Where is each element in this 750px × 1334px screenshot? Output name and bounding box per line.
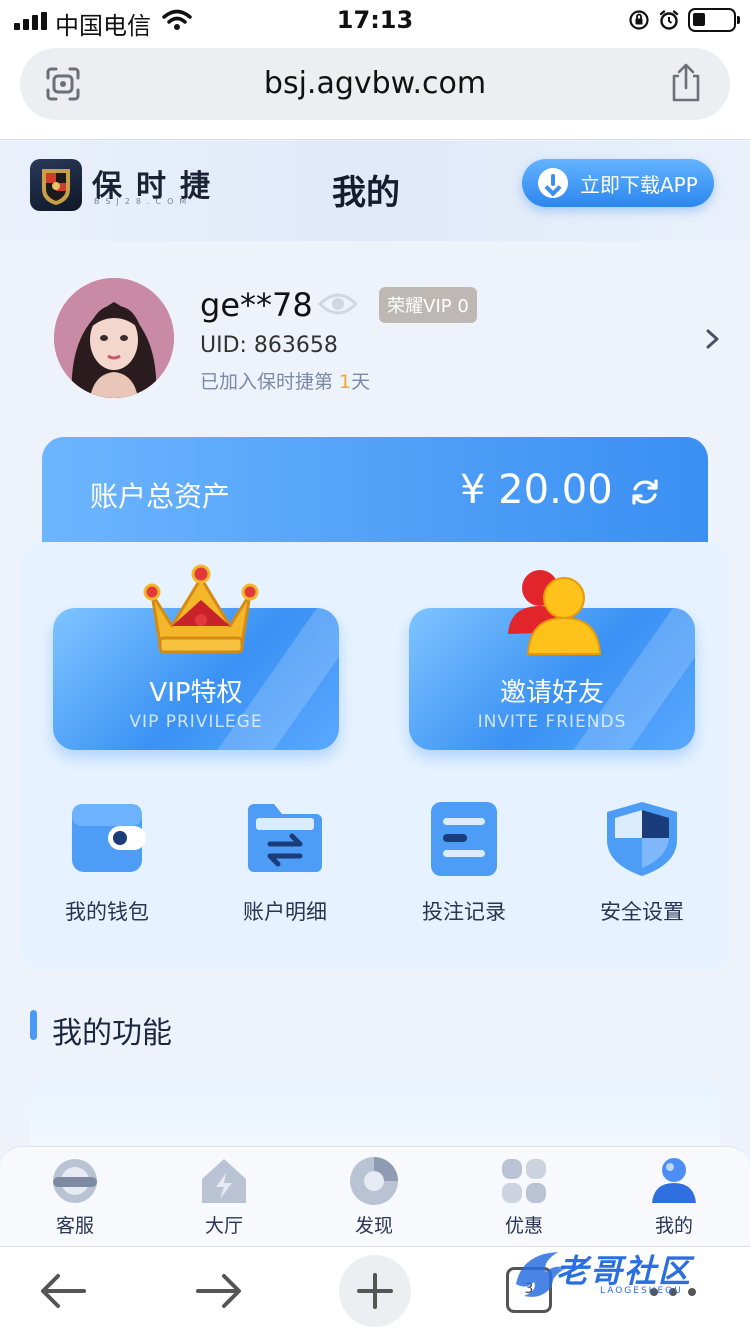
eye-icon[interactable] bbox=[318, 290, 358, 318]
battery-icon bbox=[688, 8, 740, 32]
folder-transfer-icon bbox=[248, 804, 322, 872]
asset-amount: ¥ 20.00 bbox=[460, 467, 613, 513]
watermark: 老哥社区 LAOGESHEQU bbox=[512, 1244, 742, 1306]
back-arrow-icon[interactable] bbox=[38, 1271, 88, 1311]
headset-icon bbox=[53, 1159, 97, 1203]
asset-label: 账户总资产 bbox=[90, 480, 231, 513]
user-icon bbox=[652, 1158, 696, 1203]
forward-arrow-icon[interactable] bbox=[194, 1271, 244, 1311]
security-settings-button[interactable]: 安全设置 bbox=[577, 800, 707, 926]
tab-lobby[interactable]: 大厅 bbox=[169, 1155, 279, 1238]
vip-privilege-title: VIP特权 bbox=[149, 678, 243, 708]
bet-records-button[interactable]: 投注记录 bbox=[399, 800, 529, 926]
my-wallet-button[interactable]: 我的钱包 bbox=[42, 800, 172, 926]
shield-icon bbox=[607, 802, 677, 876]
download-app-button[interactable]: 立即下载APP bbox=[522, 159, 714, 207]
vip-level-badge[interactable]: 荣耀VIP 0 bbox=[379, 287, 477, 323]
refresh-icon[interactable] bbox=[630, 477, 660, 507]
new-tab-button[interactable] bbox=[339, 1255, 411, 1327]
username: ge**78 bbox=[200, 286, 313, 324]
account-details-button[interactable]: 账户明细 bbox=[220, 800, 350, 926]
tab-discover[interactable]: 发现 bbox=[319, 1155, 429, 1238]
tab-mine-label: 我的 bbox=[654, 1215, 693, 1237]
tab-mine[interactable]: 我的 bbox=[619, 1155, 729, 1238]
tab-customer-service[interactable]: 客服 bbox=[20, 1155, 130, 1238]
gift-icon bbox=[502, 1159, 546, 1203]
site-header: 保时捷 BSJ28.COM 我的 立即下载APP bbox=[0, 141, 750, 241]
download-app-label: 立即下载APP bbox=[580, 172, 698, 197]
status-bar: 中国电信 17:13 bbox=[0, 0, 750, 44]
bet-records-label: 投注记录 bbox=[422, 900, 506, 924]
wallet-icon bbox=[72, 804, 146, 872]
plus-icon bbox=[357, 1273, 393, 1309]
browser-url-area: bsj.agvbw.com bbox=[0, 44, 750, 140]
avatar[interactable] bbox=[54, 278, 174, 398]
main-panel: VIP特权 VIP PRIVILEGE 邀请好友 INVITE FRIENDS … bbox=[20, 542, 730, 970]
share-icon[interactable] bbox=[668, 62, 704, 104]
section-title: 我的功能 bbox=[30, 1008, 172, 1051]
tab-promotions[interactable]: 优惠 bbox=[469, 1155, 579, 1238]
my-wallet-label: 我的钱包 bbox=[65, 900, 149, 924]
vip-privilege-subtitle: VIP PRIVILEGE bbox=[129, 712, 263, 732]
tab-customer-service-label: 客服 bbox=[55, 1215, 94, 1237]
joined-prefix: 已加入保时捷第 bbox=[200, 371, 340, 393]
joined-days-count: 1 bbox=[339, 371, 352, 393]
user-uid: UID: 863658 bbox=[200, 333, 338, 358]
alarm-icon bbox=[659, 10, 679, 30]
account-details-label: 账户明细 bbox=[243, 900, 327, 924]
orientation-lock-icon bbox=[629, 10, 649, 30]
bottom-tabbar: 客服 大厅 发现 优惠 我的 bbox=[0, 1146, 750, 1246]
people-icon bbox=[508, 570, 602, 655]
asset-card: 账户总资产 ¥ 20.00 bbox=[42, 437, 708, 557]
crown-icon bbox=[143, 564, 259, 654]
joined-suffix: 天 bbox=[351, 371, 371, 393]
invite-friends-subtitle: INVITE FRIENDS bbox=[477, 712, 627, 732]
watermark-subtext: LAOGESHEQU bbox=[600, 1286, 683, 1296]
address-bar[interactable]: bsj.agvbw.com bbox=[20, 48, 730, 120]
joined-days: 已加入保时捷第 1天 bbox=[200, 367, 370, 394]
invite-friends-title: 邀请好友 bbox=[499, 678, 604, 708]
discover-icon bbox=[350, 1157, 398, 1205]
tab-promotions-label: 优惠 bbox=[504, 1215, 543, 1237]
tab-discover-label: 发现 bbox=[354, 1215, 393, 1237]
url-text: bsj.agvbw.com bbox=[263, 66, 487, 101]
chevron-right-icon[interactable] bbox=[704, 328, 722, 350]
tab-lobby-label: 大厅 bbox=[204, 1215, 243, 1237]
records-icon bbox=[431, 802, 497, 876]
security-settings-label: 安全设置 bbox=[600, 900, 684, 924]
download-icon bbox=[538, 168, 568, 198]
home-icon bbox=[202, 1159, 246, 1203]
